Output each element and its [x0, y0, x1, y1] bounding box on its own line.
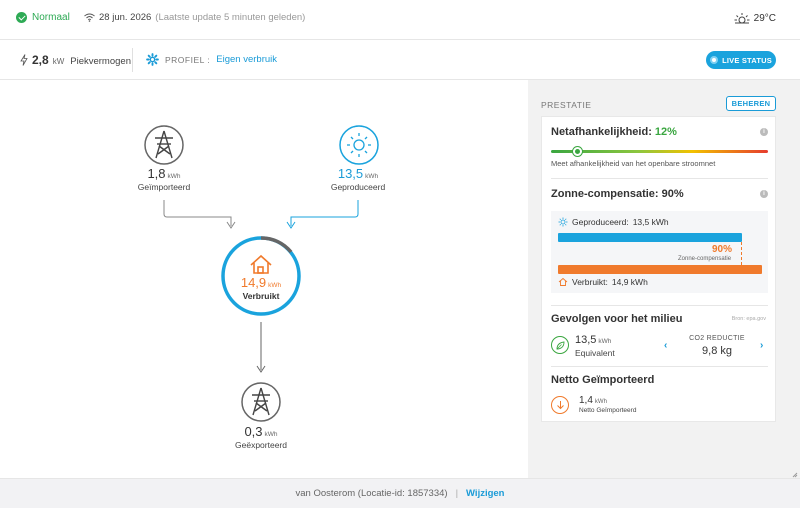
net-import-unit: kWh: [594, 399, 607, 405]
live-status-button[interactable]: LIVE STATUS: [706, 51, 776, 69]
peak-label: Piekvermogen: [70, 56, 131, 67]
exported-value: 0,3: [244, 424, 263, 439]
produced-unit: kWh: [365, 173, 379, 180]
produced-bar: [558, 233, 742, 242]
exported-unit: kWh: [264, 431, 278, 438]
peak-value: 2,8: [32, 53, 49, 67]
solar-icon: [339, 125, 379, 165]
environment-value: 13,5 kWh: [575, 334, 611, 346]
imported-value: 1,8: [147, 166, 166, 181]
grid-export-icon: [241, 382, 281, 422]
divider: [551, 305, 768, 306]
compensation-percent-label: Zonne-compensatie: [678, 256, 732, 262]
environment-number: 13,5: [575, 334, 597, 346]
resize-grip-icon[interactable]: [792, 468, 798, 478]
panel-title: PRESTATIE: [541, 100, 592, 110]
co2-value: 9,8 kg: [702, 345, 732, 357]
compensation-marker: [741, 242, 742, 265]
peak-power: 2,8 kW Piekvermogen: [20, 53, 131, 67]
energy-flow-diagram: 1,8 kWh Geïmporteerd 13,5 kWh Geproduceerd…: [0, 80, 528, 478]
solar-compensation-chart: Geproduceerd: 13,5 kWh 90% Zonne-compens…: [551, 211, 768, 293]
net-import-section: Netto Geïmporteerd: [551, 374, 768, 386]
wifi-icon: [84, 13, 95, 22]
imported-label: Geïmporteerd: [137, 182, 191, 192]
net-import-label: Netto Geïmporteerd: [579, 407, 637, 414]
performance-card: Netafhankelijkheid: 12% i Meet afhankeli…: [541, 116, 776, 422]
leaf-icon: [551, 336, 569, 354]
environment-label: Equivalent: [575, 348, 615, 358]
location-text: van Oosterom (Locatie-id: 1857334): [295, 488, 448, 499]
gear-icon: [146, 53, 159, 66]
gauge-knob: [572, 147, 582, 156]
live-status-label: LIVE STATUS: [722, 55, 772, 65]
weather: 29°C: [734, 12, 776, 24]
solar-compensation-title: Zonne-compensatie: 90%: [551, 188, 684, 200]
produced-row-value: 13,5 kWh: [632, 217, 669, 227]
grid-dependency-section: Netafhankelijkheid: 12% i: [551, 126, 768, 138]
solar-compensation-section: Zonne-compensatie: 90% i: [551, 188, 768, 200]
produced-label: Geproduceerd: [330, 182, 386, 192]
last-update: 28 jun. 2026 (Laatste update 5 minuten g…: [84, 12, 305, 23]
footer-separator: |: [455, 488, 459, 499]
environment-source: Bron: epa.gov: [731, 316, 766, 322]
divider: [132, 48, 133, 72]
check-circle-icon: [16, 12, 27, 23]
produced-row: Geproduceerd: 13,5 kWh: [558, 217, 669, 227]
imported-unit: kWh: [167, 173, 181, 180]
live-dot-icon: [710, 56, 719, 64]
house-icon: [250, 254, 272, 274]
manage-button[interactable]: BEHEREN: [726, 96, 776, 111]
consumed-row-value: 14,9 kWh: [611, 277, 648, 287]
exported-node: 0,3 kWh Geëxporteerd: [221, 424, 301, 450]
consumed-value: 14,9: [240, 275, 267, 290]
consumed-bar: [558, 265, 762, 274]
profile-selector[interactable]: PROFIEL : Eigen verbruik: [146, 53, 277, 66]
grid-import-icon: [144, 125, 184, 165]
status-label: Normaal: [32, 12, 70, 23]
grid-dependency-gauge: [551, 147, 768, 156]
sun-cloud-icon: [734, 13, 750, 24]
produced-node: 13,5 kWh Geproduceerd: [318, 166, 398, 192]
produced-row-label: Geproduceerd:: [572, 217, 629, 227]
consumed-row: Verbruikt: 14,9 kWh: [558, 277, 648, 287]
peak-unit: kW: [52, 57, 65, 66]
consumed-row-label: Verbruikt:: [572, 277, 608, 287]
temperature: 29°C: [753, 12, 776, 24]
system-status: Normaal: [16, 12, 70, 23]
grid-dependency-value: 12%: [654, 126, 677, 138]
divider: [551, 366, 768, 367]
consumed-unit: kWh: [268, 282, 282, 289]
info-icon[interactable]: i: [760, 128, 768, 136]
net-import-title: Netto Geïmporteerd: [551, 374, 655, 386]
consumed-label: Verbruikt: [242, 291, 280, 301]
consumed-node: 14,9 kWh Verbruikt: [221, 275, 301, 301]
imported-node: 1,8 kWh Geïmporteerd: [124, 166, 204, 192]
info-icon[interactable]: i: [760, 190, 768, 198]
compensation-percent: 90%: [712, 244, 733, 255]
chevron-right-icon[interactable]: ›: [760, 340, 763, 351]
net-import-number: 1,4: [579, 395, 593, 406]
chevron-left-icon[interactable]: ‹: [664, 340, 667, 351]
update-date: 28 jun. 2026: [99, 12, 152, 23]
bolt-icon: [20, 54, 28, 66]
profile-link[interactable]: Eigen verbruik: [216, 54, 277, 65]
house-icon: [558, 277, 568, 286]
divider: [551, 178, 768, 179]
update-text: (Laatste update 5 minuten geleden): [155, 12, 306, 23]
profile-label: PROFIEL :: [165, 54, 211, 65]
grid-dependency-title: Netafhankelijkheid:: [551, 126, 652, 138]
co2-label: CO2 REDUCTIE: [689, 335, 745, 342]
exported-label: Geëxporteerd: [235, 440, 287, 450]
arrow-down-icon: [551, 396, 569, 414]
sub-bar: 2,8 kW Piekvermogen PROFIEL : Eigen verb…: [0, 40, 800, 80]
grid-dependency-description: Meet afhankelijkheid van het openbare st…: [551, 159, 716, 168]
top-bar: Normaal 28 jun. 2026 (Laatste update 5 m…: [0, 0, 800, 40]
footer: van Oosterom (Locatie-id: 1857334) | Wij…: [0, 478, 800, 508]
edit-location-link[interactable]: Wijzigen: [466, 488, 504, 499]
environment-unit: kWh: [598, 338, 612, 345]
net-import-value: 1,4 kWh: [579, 395, 607, 406]
sun-icon: [558, 217, 568, 227]
produced-value: 13,5: [337, 166, 364, 181]
